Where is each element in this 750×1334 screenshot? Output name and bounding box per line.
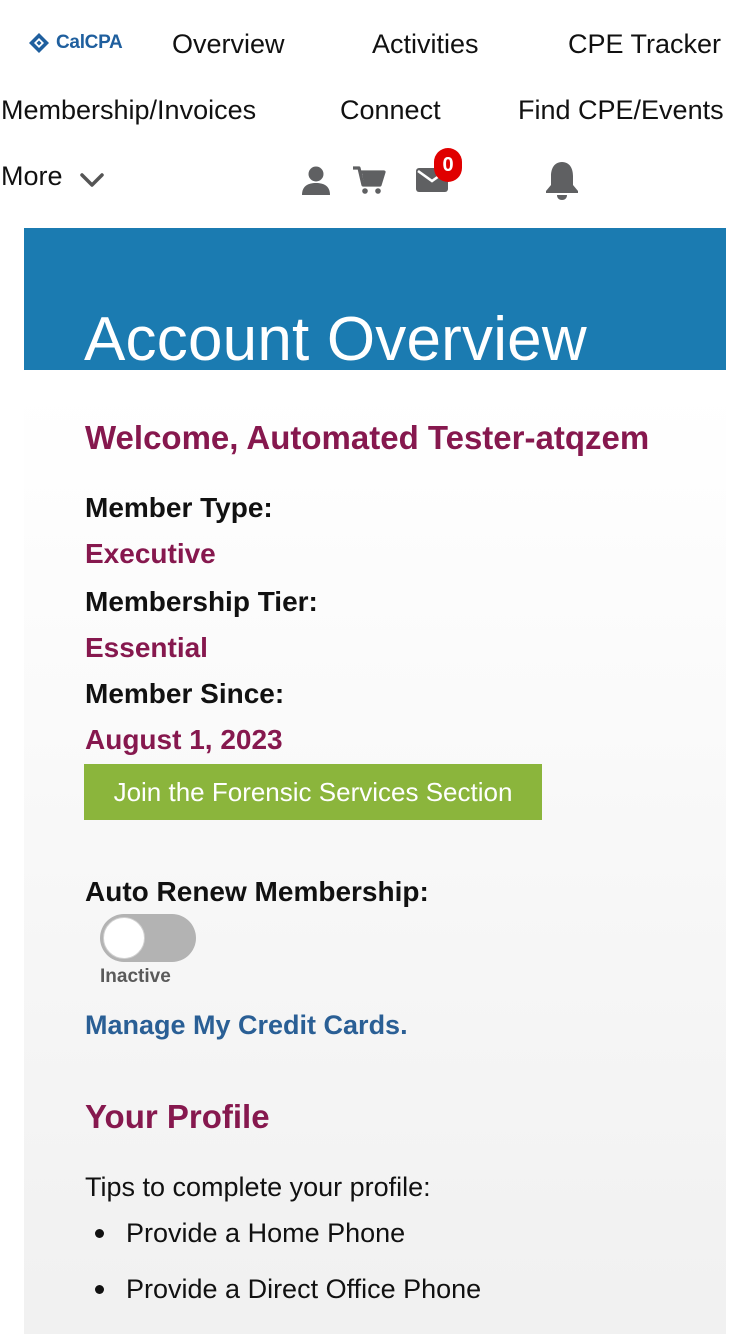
logo-text: CalCPA <box>56 32 123 53</box>
profile-tip-text: Provide a Home Phone <box>126 1218 406 1248</box>
nav-find-cpe-events[interactable]: Find CPE/Events <box>518 97 724 124</box>
cart-icon[interactable] <box>352 164 386 196</box>
manage-credit-cards-link[interactable]: Manage My Credit Cards. <box>85 1010 408 1041</box>
bullet-icon <box>95 1285 104 1294</box>
nav-activities[interactable]: Activities <box>372 31 479 58</box>
mail-count-badge: 0 <box>434 148 462 182</box>
nav-more-menu[interactable]: More <box>1 163 107 190</box>
list-item: Provide a Direct Office Phone <box>95 1274 481 1305</box>
nav-overview[interactable]: Overview <box>172 31 285 58</box>
auto-renew-label: Auto Renew Membership: <box>85 876 429 907</box>
logo-mark-icon <box>29 33 49 53</box>
join-forensic-section-button[interactable]: Join the Forensic Services Section <box>84 764 542 820</box>
account-overview-banner: Account Overview <box>24 228 726 373</box>
welcome-heading: Welcome, Automated Tester-atqzem <box>85 419 650 456</box>
membership-tier-label: Membership Tier: <box>85 586 318 617</box>
profile-tips-intro: Tips to complete your profile: <box>85 1172 431 1202</box>
auto-renew-status: Inactive <box>100 966 171 987</box>
auto-renew-toggle[interactable] <box>100 914 196 962</box>
toggle-knob <box>103 917 145 959</box>
nav-connect[interactable]: Connect <box>340 97 441 124</box>
membership-tier-value: Essential <box>85 632 208 663</box>
nav-membership-invoices[interactable]: Membership/Invoices <box>1 97 256 124</box>
member-since-label: Member Since: <box>85 678 285 709</box>
your-profile-heading: Your Profile <box>85 1098 270 1135</box>
nav-cpe-tracker[interactable]: CPE Tracker <box>568 31 721 58</box>
member-since-value: August 1, 2023 <box>85 724 283 755</box>
profile-tip-text: Provide a Direct Office Phone <box>126 1274 482 1304</box>
member-type-label: Member Type: <box>85 492 273 523</box>
chevron-down-icon <box>79 172 104 187</box>
bullet-icon <box>95 1229 104 1238</box>
nav-more-label: More <box>1 161 63 191</box>
page-title: Account Overview <box>84 304 587 374</box>
member-type-value: Executive <box>85 538 216 569</box>
calcpa-logo[interactable]: CalCPA <box>28 32 123 54</box>
user-icon[interactable] <box>300 164 332 196</box>
bell-icon[interactable] <box>543 160 581 200</box>
list-item: Provide a Home Phone <box>95 1218 405 1249</box>
